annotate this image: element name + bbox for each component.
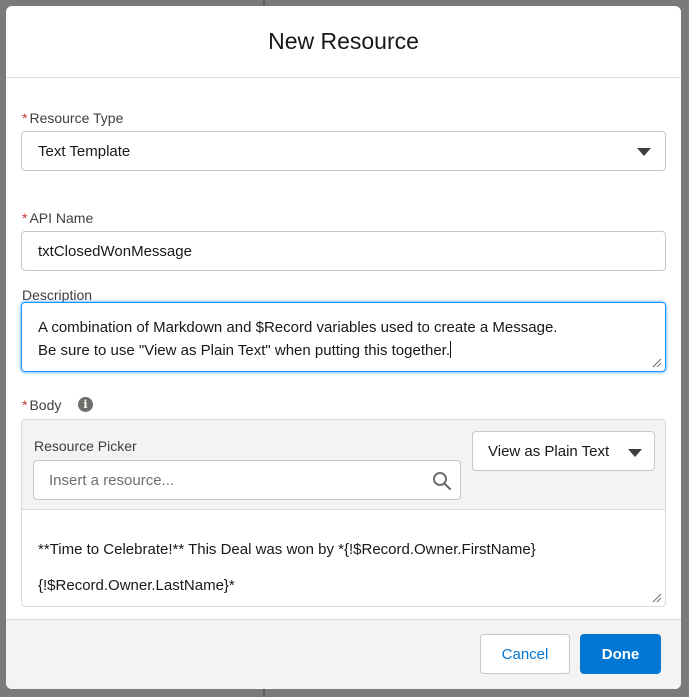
cancel-button[interactable]: Cancel (480, 634, 570, 674)
api-name-value: txtClosedWonMessage (38, 243, 192, 260)
resource-picker-bar: Resource Picker View as Plain Text (22, 420, 665, 510)
api-name-label: * API Name (22, 210, 93, 226)
resource-type-label-text: Resource Type (29, 110, 124, 126)
api-name-input[interactable]: txtClosedWonMessage (21, 231, 666, 271)
resource-picker-label: Resource Picker (34, 438, 137, 454)
search-icon[interactable] (432, 471, 452, 491)
resource-type-label: * Resource Type (22, 110, 123, 126)
description-line: Be sure to use "View as Plain Text" when… (38, 342, 451, 359)
required-asterisk: * (22, 210, 28, 226)
body-editor-panel: Resource Picker View as Plain Text **Tim… (21, 419, 666, 607)
chevron-down-icon (628, 449, 642, 457)
description-label: Description (22, 287, 93, 303)
modal-footer: Cancel Done (6, 619, 681, 689)
done-button[interactable]: Done (580, 634, 661, 674)
resize-handle-icon[interactable] (652, 358, 662, 368)
resource-search-input[interactable] (35, 462, 415, 498)
view-mode-value: View as Plain Text (488, 443, 610, 460)
modal-body: * Resource Type Text Template * API Name t… (6, 79, 681, 619)
description-line-with-cursor: Be sure to use "View as Plain Text" when… (38, 339, 649, 362)
api-name-label-text: API Name (29, 210, 94, 226)
resize-handle-icon[interactable] (652, 593, 662, 603)
view-mode-select[interactable]: View as Plain Text (472, 431, 655, 471)
description-textarea[interactable]: A combination of Markdown and $Record va… (21, 302, 666, 372)
resource-type-select[interactable]: Text Template (21, 131, 666, 171)
text-cursor (450, 341, 452, 358)
body-content-line: {!$Record.Owner.LastName}* (38, 577, 235, 594)
modal-title: New Resource (268, 28, 419, 54)
resource-type-value: Text Template (38, 143, 131, 160)
required-asterisk: * (22, 110, 28, 126)
new-resource-modal: New Resource * Resource Type Text Templat… (6, 6, 681, 689)
body-label: * Body (22, 397, 61, 413)
required-asterisk: * (22, 397, 28, 413)
modal-header: New Resource (6, 6, 681, 78)
resource-search-box[interactable] (33, 460, 461, 500)
info-icon[interactable]: i (78, 397, 93, 412)
body-label-text: Body (29, 397, 62, 413)
body-content-line: **Time to Celebrate!** This Deal was won… (38, 541, 536, 558)
chevron-down-icon (637, 148, 651, 156)
body-text-content[interactable]: **Time to Celebrate!** This Deal was won… (38, 532, 536, 604)
description-line: A combination of Markdown and $Record va… (38, 319, 558, 336)
